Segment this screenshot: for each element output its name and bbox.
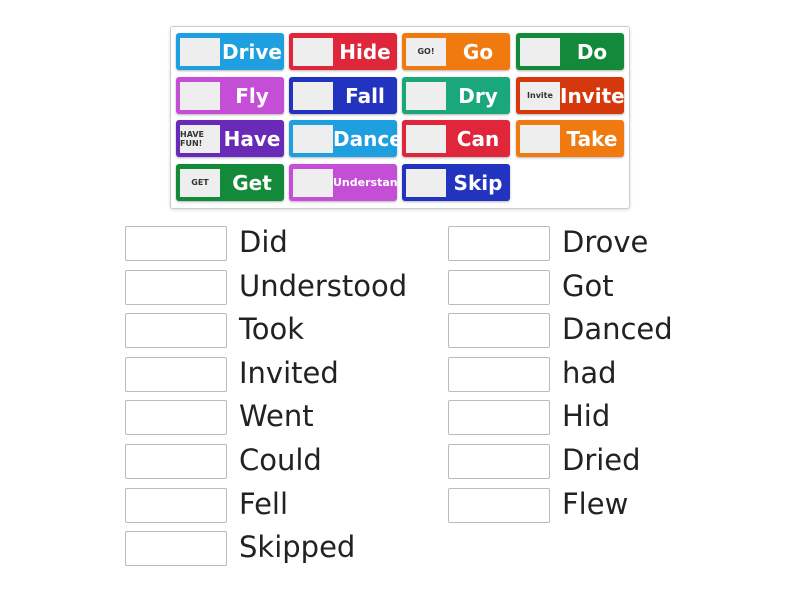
drop-box[interactable] bbox=[125, 356, 227, 392]
past-tense-word: Dried bbox=[562, 443, 641, 477]
past-tense-word: Went bbox=[239, 399, 314, 434]
past-tense-word: Fell bbox=[239, 486, 289, 521]
tile-label: Hide bbox=[339, 39, 391, 64]
tile-take[interactable]: Take bbox=[516, 120, 624, 157]
tile-label: Take bbox=[566, 126, 618, 151]
car-driving-image bbox=[180, 37, 220, 66]
tile-hide[interactable]: Hide bbox=[289, 33, 397, 70]
tile-dance[interactable]: Dance bbox=[289, 120, 403, 157]
confused-person-image bbox=[293, 168, 333, 197]
tile-label: Understand bbox=[333, 176, 406, 189]
tile-label: Can bbox=[456, 126, 500, 151]
jump-rope-image bbox=[406, 168, 446, 197]
tile-label: Dry bbox=[458, 83, 498, 108]
have-fun-image: HAVE FUN! bbox=[180, 124, 220, 153]
drying-face-image bbox=[406, 81, 446, 110]
tile-get[interactable]: GET Get bbox=[176, 164, 284, 201]
dancer-image bbox=[293, 124, 333, 153]
past-tense-word: Danced bbox=[562, 312, 673, 347]
drop-box[interactable] bbox=[125, 400, 227, 436]
tile-label: Fall bbox=[345, 83, 385, 108]
sticky-note-image bbox=[520, 37, 560, 66]
drop-box[interactable] bbox=[448, 269, 550, 305]
drop-box[interactable] bbox=[125, 269, 227, 305]
tile-dry[interactable]: Dry bbox=[402, 77, 510, 114]
drop-box[interactable] bbox=[448, 356, 550, 392]
drop-box[interactable] bbox=[125, 531, 227, 567]
past-tense-word: Drove bbox=[562, 225, 649, 259]
past-tense-word: Got bbox=[562, 268, 614, 303]
tile-label: Do bbox=[576, 39, 608, 64]
tile-label: Fly bbox=[235, 83, 269, 108]
falling-person-image bbox=[293, 81, 333, 110]
past-tense-word: Did bbox=[239, 225, 288, 259]
tile-label: Have bbox=[223, 126, 281, 151]
drop-box[interactable] bbox=[125, 313, 227, 349]
drop-box[interactable] bbox=[448, 226, 550, 261]
go-button-image: GO! bbox=[406, 37, 446, 66]
word-bank: Drive Hide GO! Go Do Fly Fall Dry Invite Invite HA… bbox=[170, 26, 630, 209]
drop-box[interactable] bbox=[448, 400, 550, 436]
tile-label: Get bbox=[232, 170, 272, 195]
get-button-image: GET bbox=[180, 168, 220, 197]
tile-understand[interactable]: Understand bbox=[289, 164, 405, 201]
drop-box[interactable] bbox=[125, 487, 227, 523]
past-tense-word: Could bbox=[239, 443, 322, 477]
tile-fall[interactable]: Fall bbox=[289, 77, 397, 114]
drop-box[interactable] bbox=[448, 313, 550, 349]
hand-print-image bbox=[520, 124, 560, 153]
drop-box[interactable] bbox=[448, 487, 550, 523]
tile-label: Dance bbox=[333, 126, 403, 151]
tile-label: Skip bbox=[453, 170, 503, 195]
tile-can[interactable]: Can bbox=[402, 120, 510, 157]
hiding-person-image bbox=[293, 37, 333, 66]
tile-fly[interactable]: Fly bbox=[176, 77, 284, 114]
past-tense-word: Took bbox=[239, 312, 305, 347]
invite-script-image: Invite bbox=[520, 81, 560, 110]
tile-do[interactable]: Do bbox=[516, 33, 624, 70]
drop-box[interactable] bbox=[125, 226, 227, 261]
drop-box[interactable] bbox=[448, 444, 550, 479]
tile-invite[interactable]: Invite Invite bbox=[516, 77, 625, 114]
past-tense-word: Flew bbox=[562, 486, 629, 521]
tile-label: Go bbox=[462, 39, 494, 64]
tile-skip[interactable]: Skip bbox=[402, 164, 510, 201]
past-tense-word: Skipped bbox=[239, 530, 356, 565]
tile-label: Drive bbox=[222, 39, 282, 64]
drop-box[interactable] bbox=[125, 444, 227, 479]
past-tense-word: had bbox=[562, 355, 617, 390]
tile-have[interactable]: HAVE FUN! Have bbox=[176, 120, 284, 157]
tile-label: Invite bbox=[560, 83, 625, 108]
past-tense-word: Understood bbox=[239, 268, 408, 303]
past-tense-word: Invited bbox=[239, 355, 339, 390]
past-tense-word: Hid bbox=[562, 399, 611, 434]
tile-drive[interactable]: Drive bbox=[176, 33, 284, 70]
airplane-sky-image bbox=[180, 81, 220, 110]
tile-go[interactable]: GO! Go bbox=[402, 33, 510, 70]
we-can-do-it-poster-image bbox=[406, 124, 446, 153]
